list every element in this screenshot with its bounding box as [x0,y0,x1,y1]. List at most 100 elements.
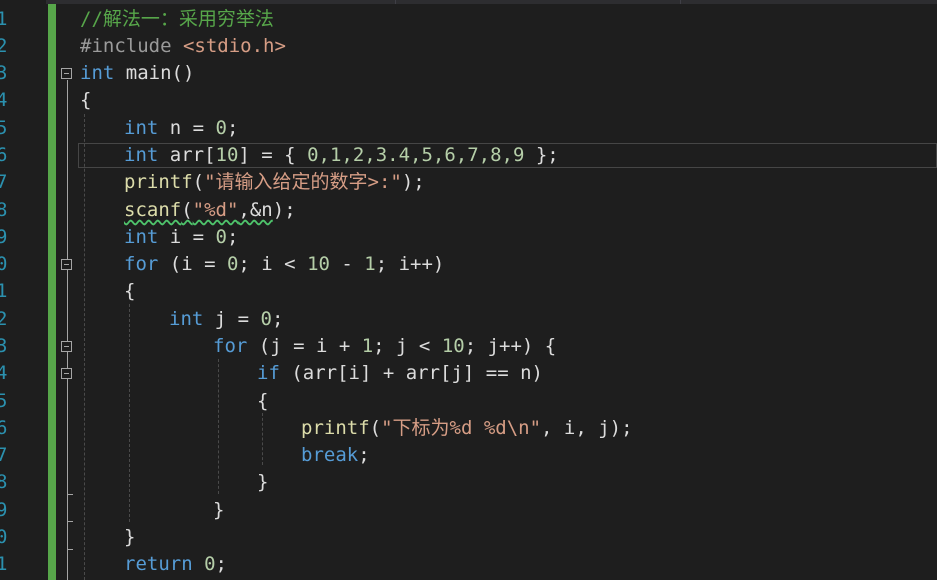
code-text: ; [215,553,227,575]
keyword: int [169,308,204,330]
code-line-9[interactable]: int i = 0; [124,224,238,251]
keyword: int [124,144,159,166]
line-number: 6 [0,144,8,166]
line-number: 1 [0,280,8,302]
string-literal: "请输入给定的数字>:" [204,171,402,193]
code-text: ] = { [238,144,308,166]
code-text: ; [226,226,239,248]
code-text: arr[ [158,144,216,166]
code-line-2[interactable]: #include <stdio.h> [80,33,286,60]
code-text: ); [401,171,425,193]
outline-end [67,521,73,522]
code-line-19[interactable]: } [213,497,224,524]
code-text: (i = [158,253,227,275]
collapse-if-icon[interactable] [61,368,72,379]
code-text: ; [358,444,370,466]
line-number: 4 [0,362,8,384]
keyword: break [301,444,359,466]
number-literal: 10 [215,144,239,166]
tab-strip-edge [0,0,937,4]
number-literal: 10 [307,253,330,275]
line-number: 3 [0,335,8,357]
line-number: 8 [0,199,8,221]
number-literal: 1 [361,335,374,357]
keyword: int [80,62,115,84]
keyword: int [124,226,159,248]
code-line-13[interactable]: for (j = i + 1; j < 10; j++) { [213,333,556,360]
number-literal: 0 [260,308,272,330]
code-line-14[interactable]: if (arr[i] + arr[j] == n) [257,360,543,387]
code-text: ; [271,308,284,330]
code-line-1[interactable]: //解法一：采用穷举法 [80,6,274,33]
code-text: ; [226,117,239,139]
change-tracking-bar [48,4,56,580]
code-line-3[interactable]: int main() [80,60,194,87]
line-number: 0 [0,526,8,548]
code-line-6[interactable]: int arr[10] = { 0,1,2,3.4,5,6,7,8,9 }; [124,142,559,169]
code-line-4[interactable]: { [80,87,91,114]
code-text: ; j++) { [464,335,557,357]
line-number: 3 [0,62,8,84]
function-signature: main() [114,62,195,84]
number-literal: 0 [215,226,227,248]
code-text: }; [524,144,559,166]
code-line-16[interactable]: printf("下标为%d %d\n", i, j); [301,415,633,442]
keyword: int [124,117,159,139]
line-number: 9 [0,226,8,248]
code-text: (arr[i] + arr[j] == n) [279,362,543,384]
code-line-12[interactable]: int j = 0; [169,306,283,333]
collapse-for-i-icon[interactable] [61,259,72,270]
code-text: ( [369,417,382,439]
number-literal: 0 [226,253,239,275]
outline-end [67,549,73,550]
brace: } [124,526,136,548]
code-line-11[interactable]: { [124,278,135,305]
brace: { [80,89,92,111]
code-line-17[interactable]: break; [301,442,370,469]
code-text: ); [272,199,296,221]
number-literal: 0 [215,117,227,139]
indent-guide [84,114,85,580]
code-text: , i, j); [541,417,633,439]
brace: { [257,390,269,412]
line-number: 5 [0,117,8,139]
code-text: ( [181,199,193,221]
brace: } [213,499,225,521]
line-number: 0 [0,253,8,275]
code-text: ; i++) [375,253,445,275]
line-number: 4 [0,89,8,111]
code-line-18[interactable]: } [257,469,268,496]
indent-guide [218,359,219,494]
code-line-8[interactable]: scanf("%d",&n); [124,197,296,224]
line-number: 2 [0,308,8,330]
indent-guide [129,304,130,522]
code-line-21[interactable]: return 0; [124,551,227,578]
line-number: 2 [0,35,8,57]
comment: //解法一：采用穷举法 [80,8,274,30]
collapse-main-icon[interactable] [61,68,72,79]
keyword: if [257,362,280,384]
code-text: j = [203,308,261,330]
include-header: <stdio.h> [182,35,286,57]
number-literal: 0 [204,553,216,575]
line-number-gutter: 1 2 3 4 5 6 7 8 9 0 1 2 3 4 5 6 7 8 9 0 … [0,0,46,580]
code-line-15[interactable]: { [257,388,268,415]
brace: } [257,471,269,493]
code-text: ,&n [238,199,273,221]
collapse-for-j-icon[interactable] [61,341,72,352]
code-line-7[interactable]: printf("请输入给定的数字>:"); [124,169,425,196]
line-number: 1 [0,8,8,30]
line-number: 5 [0,390,8,412]
function-call: printf [301,417,370,439]
line-number: 6 [0,417,8,439]
code-line-5[interactable]: int n = 0; [124,115,238,142]
code-editor[interactable]: 1 2 3 4 5 6 7 8 9 0 1 2 3 4 5 6 7 8 9 0 … [0,0,937,580]
code-line-20[interactable]: } [124,524,135,551]
number-literal: 10 [441,335,465,357]
string-literal: "%d" [192,199,239,221]
code-line-10[interactable]: for (i = 0; i < 10 - 1; i++) [124,251,444,278]
string-literal: "下标为%d %d\n" [381,417,542,439]
code-text: ( [192,171,205,193]
line-number: 9 [0,499,8,521]
